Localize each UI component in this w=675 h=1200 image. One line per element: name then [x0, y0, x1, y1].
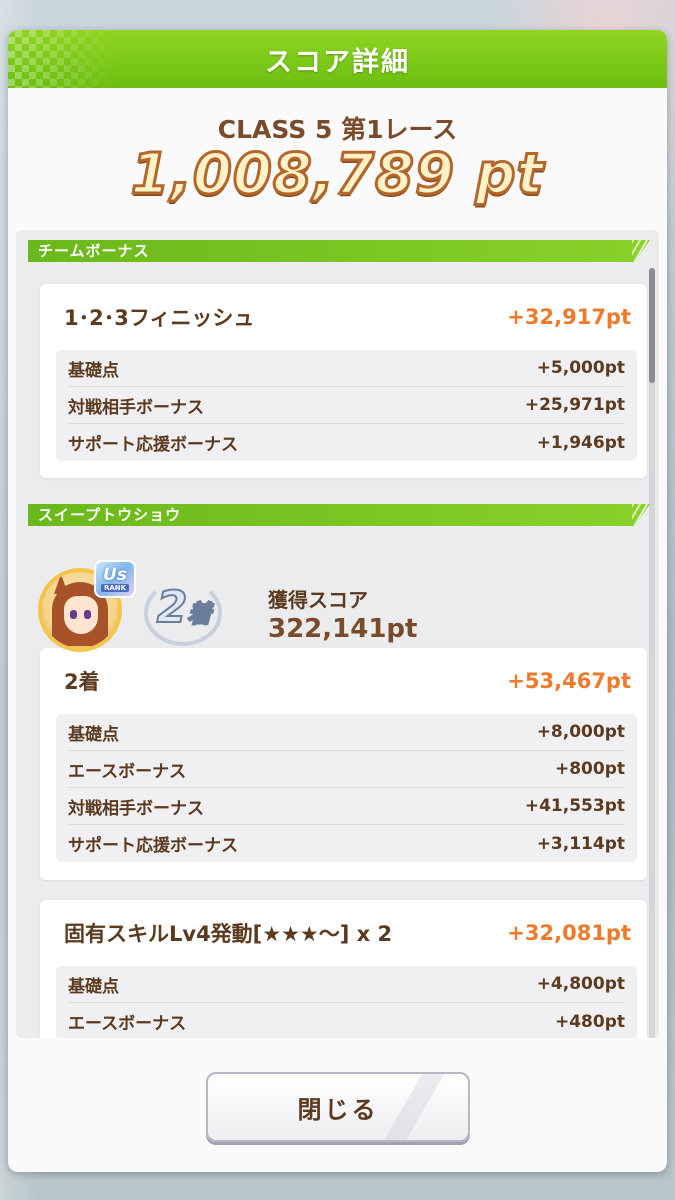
race-name: CLASS 5 第1レース: [217, 115, 458, 144]
bonus-card-skill: 固有スキルLv4発動[★★★～] x 2 +32,081pt 基礎点 +4,80…: [40, 900, 647, 1038]
detail-label: サポート応援ボーナス: [68, 836, 238, 856]
detail-row: サポート応援ボーナス +3,114pt: [68, 825, 625, 862]
acquired-score-label: 獲得スコア: [268, 588, 368, 612]
detail-value: +8,000pt: [536, 722, 625, 742]
horse-info-row: Us RANK 2着 獲得スコア 322,141pt: [38, 560, 638, 660]
acquired-score-value: 322,141pt: [268, 614, 418, 644]
close-button-label: 閉じる: [297, 1095, 379, 1124]
card-title: 固有スキルLv4発動[★★★～] x 2: [64, 922, 393, 946]
detail-value: +41,553pt: [524, 796, 625, 816]
detail-value: +4,800pt: [536, 974, 625, 994]
detail-value: +5,000pt: [536, 358, 625, 378]
detail-row: 基礎点 +4,800pt: [68, 966, 625, 1003]
section-banner-team-bonus: チームボーナス: [28, 240, 650, 262]
avatar-eye: [84, 610, 91, 619]
detail-row: 対戦相手ボーナス +41,553pt: [68, 788, 625, 825]
card-value: +32,917pt: [507, 305, 631, 329]
close-button[interactable]: 閉じる: [206, 1072, 470, 1142]
detail-row: エースボーナス +800pt: [68, 751, 625, 788]
card-title: 2着: [64, 670, 100, 694]
detail-value: +1,946pt: [536, 432, 625, 453]
avatar-eye: [70, 610, 77, 619]
detail-label: エースボーナス: [68, 1014, 187, 1034]
card-value: +32,081pt: [507, 921, 631, 945]
dialog-title: スコア詳細: [265, 46, 410, 78]
detail-row: 対戦相手ボーナス +25,971pt: [68, 387, 625, 424]
place-number: 2着: [156, 581, 213, 634]
rank-badge-main: Us: [103, 564, 127, 585]
bonus-card-finish: 1･2･3フィニッシュ +32,917pt 基礎点 +5,000pt 対戦相手ボ…: [40, 284, 647, 478]
rank-badge-sub: RANK: [100, 583, 130, 592]
detail-label: 基礎点: [68, 976, 119, 997]
detail-row: 基礎点 +8,000pt: [68, 714, 625, 751]
detail-label: 基礎点: [68, 360, 119, 381]
bonus-card-placement: 2着 +53,467pt 基礎点 +8,000pt エースボーナス +800pt…: [40, 648, 647, 880]
scrollbar[interactable]: [649, 268, 655, 1038]
score-detail-dialog: スコア詳細 CLASS 5 第1レース 1,008,789 pt チームボーナス…: [8, 30, 667, 1172]
rank-badge-icon: Us RANK: [94, 560, 136, 598]
card-title: 1･2･3フィニッシュ: [64, 306, 255, 330]
section-banner-horse: スイープトウショウ: [28, 504, 650, 526]
detail-value: +480pt: [554, 1011, 625, 1032]
detail-value: +800pt: [554, 759, 625, 779]
detail-label: エースボーナス: [68, 761, 187, 782]
scrollbar-thumb[interactable]: [649, 268, 655, 383]
detail-label: 基礎点: [68, 724, 119, 745]
detail-row: エースボーナス +480pt: [68, 1003, 625, 1038]
detail-value: +25,971pt: [524, 395, 625, 415]
detail-label: 対戦相手ボーナス: [68, 397, 204, 418]
detail-box: 基礎点 +8,000pt エースボーナス +800pt 対戦相手ボーナス +41…: [56, 714, 637, 862]
detail-row: 基礎点 +5,000pt: [68, 350, 625, 387]
detail-row: サポート応援ボーナス +1,946pt: [68, 424, 625, 461]
total-score: 1,008,789 pt: [129, 141, 545, 209]
avatar-ear: [54, 574, 68, 594]
detail-value: +3,114pt: [536, 833, 625, 854]
detail-box: 基礎点 +4,800pt エースボーナス +480pt: [56, 966, 637, 1038]
place-badge-icon: 2着: [142, 574, 226, 650]
detail-label: サポート応援ボーナス: [68, 435, 238, 455]
card-value: +53,467pt: [507, 669, 631, 693]
dialog-header: スコア詳細: [8, 30, 667, 88]
header-pattern: [8, 30, 118, 88]
detail-box: 基礎点 +5,000pt 対戦相手ボーナス +25,971pt サポート応援ボー…: [56, 350, 637, 461]
detail-label: 対戦相手ボーナス: [68, 798, 204, 819]
